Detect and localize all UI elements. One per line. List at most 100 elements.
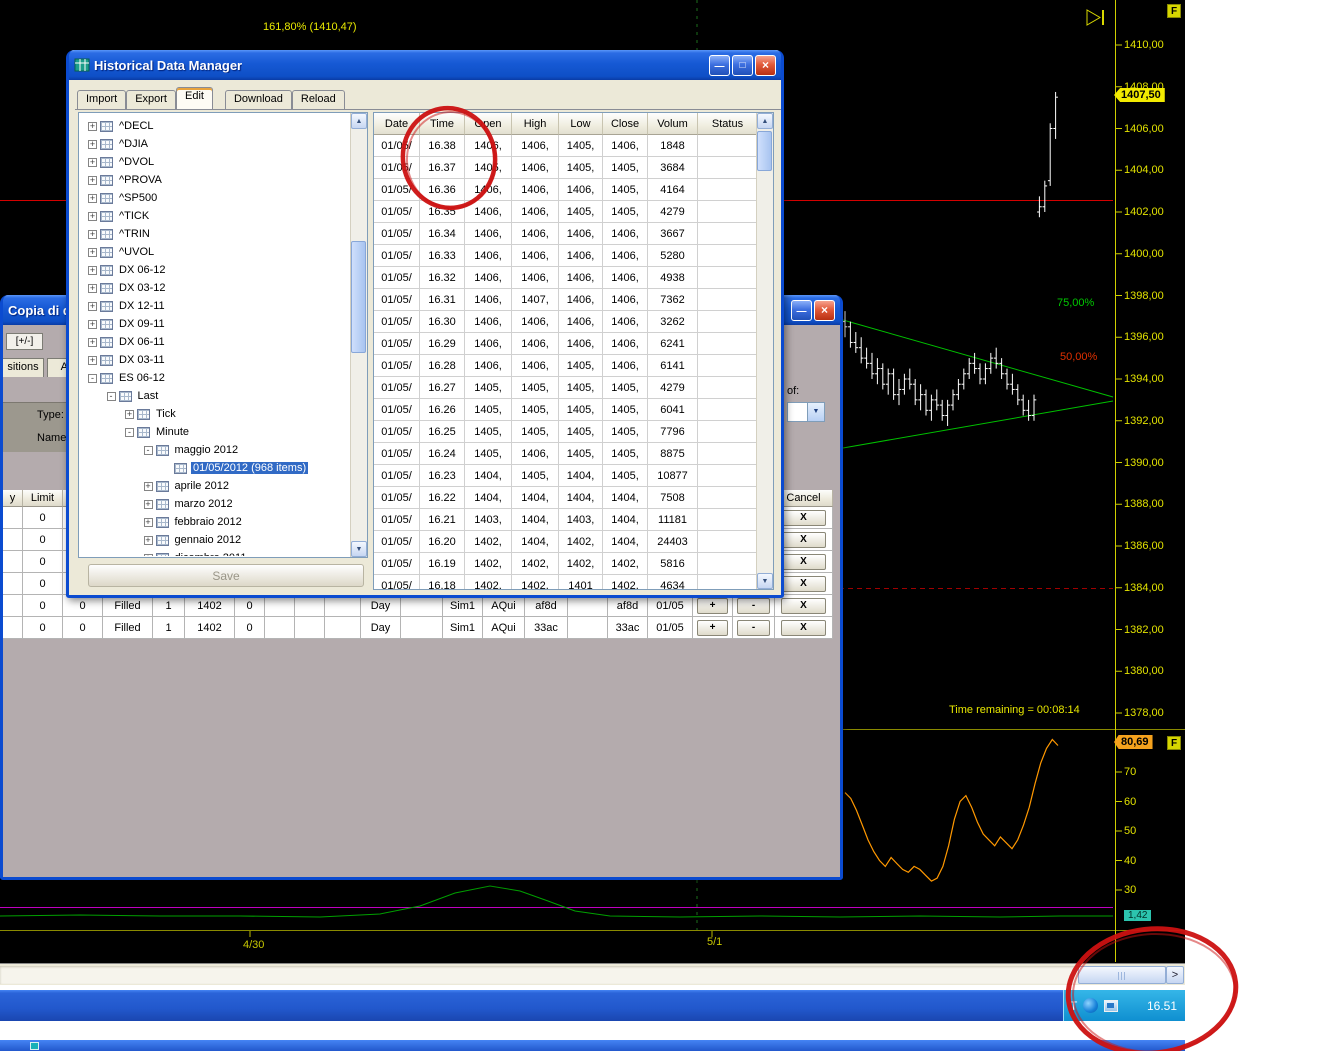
clock[interactable]: 16.51 [1147,999,1177,1013]
scrollbar-thumb[interactable] [351,241,366,353]
column-header[interactable]: Status [698,113,758,135]
table-row[interactable]: 01/05/16.31 1406, 1407, 1406, 1406, 7362 [374,289,758,311]
tray-round-icon[interactable] [1083,998,1099,1013]
scrollbar-track[interactable] [0,966,1166,984]
tree-item[interactable]: + ^UVOL [80,243,349,261]
expand-icon[interactable]: + [88,319,97,329]
scroll-down-button[interactable]: ▼ [351,541,367,557]
tree-item[interactable]: + DX 09-11 [80,315,349,333]
cancel-order-button[interactable]: X [780,509,827,526]
order-row[interactable]: 0 0 Filled 1 1402 0 Day Sim1 AQui 33ac 33ac 01/05 + -… [3,617,833,639]
table-row[interactable]: 01/05/16.26 1405, 1405, 1405, 1405, 6041 [374,399,758,421]
expand-icon[interactable]: + [88,355,97,365]
minimize-button[interactable]: — [791,299,812,321]
expand-icon[interactable]: + [88,121,97,131]
table-row[interactable]: 01/05/16.19 1402, 1402, 1402, 1402, 5816 [374,553,758,575]
tree-item[interactable]: - maggio 2012 [80,441,349,459]
order-row[interactable]: 0 0 Filled 1 1402 0 Day Sim1 AQui af8d af8d 01/05 + -… [3,595,833,617]
decrease-button[interactable]: - [737,619,770,636]
cancel-order-button[interactable]: X [780,575,827,592]
tree-item[interactable]: + DX 03-11 [80,351,349,369]
cancel-order-button[interactable]: X [780,531,827,548]
column-header[interactable]: Date [374,113,420,135]
flag-button[interactable]: F [1167,736,1181,750]
scrollbar-thumb[interactable] [757,131,772,171]
system-tray[interactable]: T 16.51 [1063,990,1185,1021]
tray-display-icon[interactable] [1104,999,1119,1012]
expand-icon[interactable]: + [88,175,97,185]
tree-scrollbar[interactable]: ▲ ▼ [350,113,367,557]
expand-icon[interactable]: + [88,139,97,149]
account-dropdown[interactable]: ▼ [787,402,825,422]
decrease-button[interactable]: - [737,597,770,614]
expand-icon[interactable]: + [143,517,153,527]
chart-horizontal-scrollbar[interactable]: > [0,963,1185,985]
column-header[interactable]: Time [420,113,465,135]
increase-button[interactable]: + [696,619,729,636]
taskbar[interactable]: T 16.51 [0,990,1185,1021]
tree-item[interactable]: + ^PROVA [80,171,349,189]
column-header[interactable]: Open [465,113,512,135]
tree-item[interactable]: + ^DVOL [80,153,349,171]
table-row[interactable]: 01/05/16.27 1405, 1405, 1405, 1405, 4279 [374,377,758,399]
expand-icon[interactable]: + [88,337,97,347]
tree-item[interactable]: + ^DJIA [80,135,349,153]
table-row[interactable]: 01/05/16.37 1405, 1406, 1405, 1405, 3684 [374,157,758,179]
save-button[interactable]: Save [88,564,364,587]
tab-export[interactable]: Export [126,90,176,109]
background-window-titlebar[interactable] [0,1040,1185,1051]
table-row[interactable]: 01/05/16.20 1402, 1404, 1402, 1404, 24403 [374,531,758,553]
tree-item[interactable]: + febbraio 2012 [80,513,349,531]
tree-item[interactable]: + DX 06-12 [80,261,349,279]
table-row[interactable]: 01/05/16.34 1406, 1406, 1406, 1406, 3667 [374,223,758,245]
expand-icon[interactable]: + [88,211,97,221]
close-button[interactable]: × [814,299,835,321]
column-header[interactable]: Volum [648,113,698,135]
tree-item[interactable]: + aprile 2012 [80,477,349,495]
tab-import[interactable]: Import [77,90,127,109]
cancel-order-button[interactable]: X [780,597,827,614]
expand-collapse-all-button[interactable]: [+/-] [6,333,43,350]
cancel-order-button[interactable]: X [780,619,827,636]
scroll-right-button[interactable]: > [1166,966,1184,984]
table-row[interactable]: 01/05/16.21 1403, 1404, 1403, 1404, 11181 [374,509,758,531]
table-row[interactable]: 01/05/16.18 1402, 1402, 1401 1402, 4634 [374,575,758,589]
expand-icon[interactable]: + [125,409,134,419]
table-row[interactable]: 01/05/16.24 1405, 1406, 1405, 1405, 8875 [374,443,758,465]
tab-edit[interactable]: Edit [175,87,213,109]
flag-button[interactable]: F [1167,4,1181,18]
tab-reload[interactable]: Reload [291,90,345,109]
expand-icon[interactable]: + [88,283,97,293]
expand-icon[interactable]: + [88,193,97,203]
tree-item[interactable]: + marzo 2012 [80,495,349,513]
expand-icon[interactable]: + [88,157,97,167]
scrollbar-track[interactable] [757,129,773,573]
expand-icon[interactable]: + [143,481,153,491]
expand-icon[interactable]: + [88,265,97,275]
tree-item[interactable]: + ^TRIN [80,225,349,243]
collapse-icon[interactable]: - [125,427,134,437]
tree-item[interactable]: 01/05/2012 (968 items) [80,459,349,477]
increase-button[interactable]: + [696,597,729,614]
column-header[interactable]: Close [603,113,648,135]
tree-item[interactable]: + dicembre 2011 [80,549,349,556]
tree-item[interactable]: + Tick [80,405,349,423]
tree-item[interactable]: + gennaio 2012 [80,531,349,549]
close-button[interactable]: × [755,54,776,76]
table-row[interactable]: 01/05/16.38 1406, 1406, 1405, 1406, 1848 [374,135,758,157]
tree-item[interactable]: + DX 12-11 [80,297,349,315]
scroll-up-button[interactable]: ▲ [351,113,367,129]
table-row[interactable]: 01/05/16.23 1404, 1405, 1404, 1405, 10877 [374,465,758,487]
table-row[interactable]: 01/05/16.22 1404, 1404, 1404, 1404, 7508 [374,487,758,509]
cancel-order-button[interactable]: X [780,553,827,570]
table-row[interactable]: 01/05/16.35 1406, 1406, 1405, 1405, 4279 [374,201,758,223]
expand-icon[interactable]: + [143,535,153,545]
expand-icon[interactable]: + [88,247,97,257]
language-indicator[interactable]: T [1070,999,1077,1013]
tree-item[interactable]: - ES 06-12 [80,369,349,387]
collapse-icon[interactable]: - [143,445,153,455]
table-row[interactable]: 01/05/16.36 1406, 1406, 1406, 1405, 4164 [374,179,758,201]
scroll-up-button[interactable]: ▲ [757,113,773,129]
hdm-titlebar[interactable]: Historical Data Manager — □ × [69,50,781,80]
table-row[interactable]: 01/05/16.25 1405, 1405, 1405, 1405, 7796 [374,421,758,443]
